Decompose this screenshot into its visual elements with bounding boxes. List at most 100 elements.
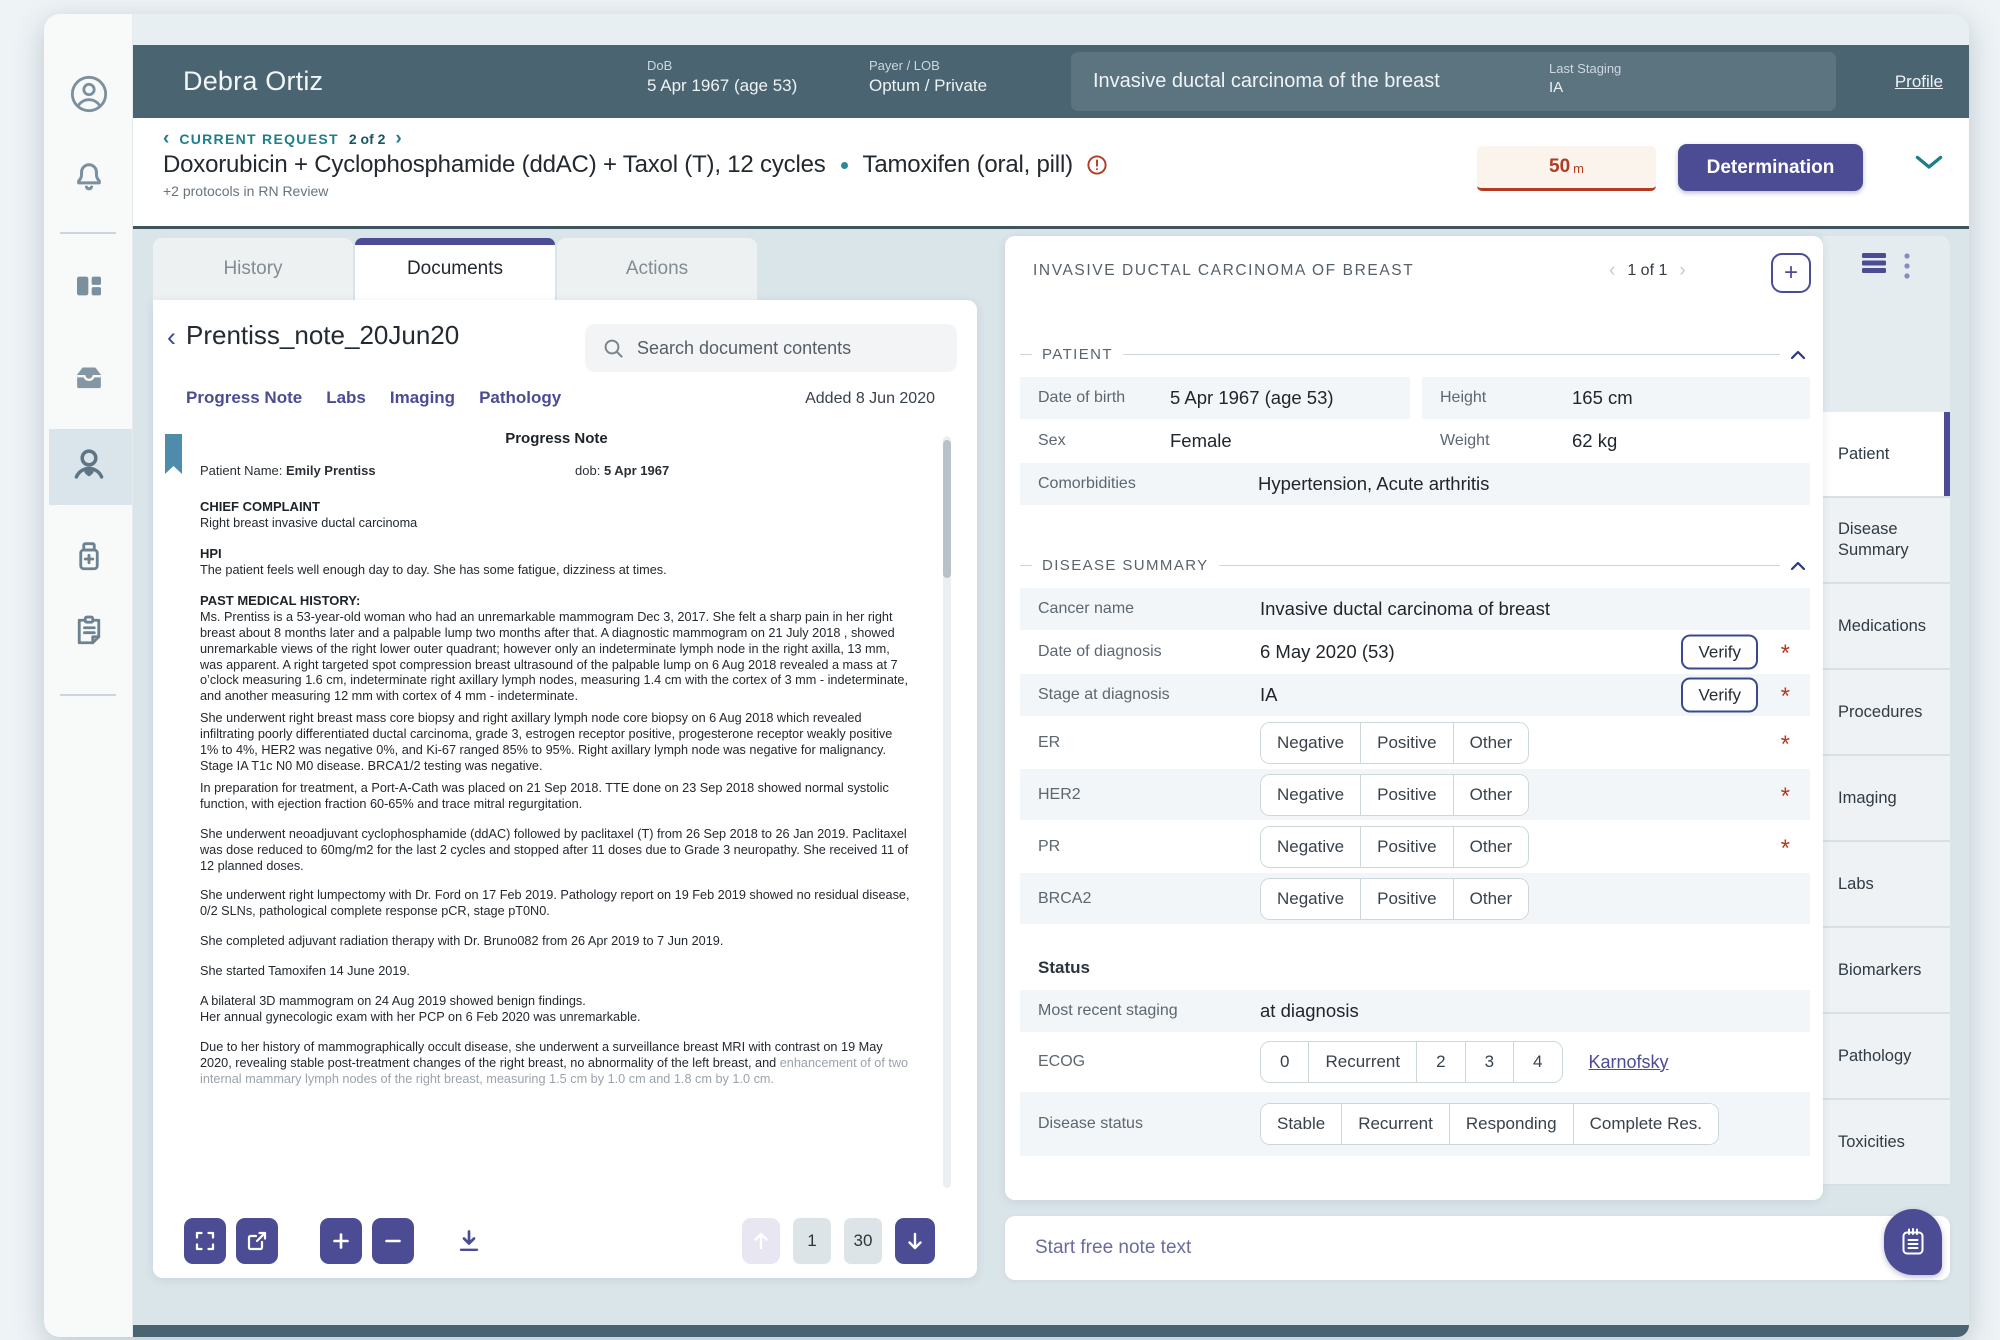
- zoom-in-button[interactable]: [320, 1218, 362, 1264]
- karnofsky-link[interactable]: Karnofsky: [1589, 1052, 1669, 1073]
- account-icon[interactable]: [44, 74, 133, 114]
- expand-chevron-icon[interactable]: [1915, 155, 1943, 170]
- side-tab-labs[interactable]: Labs: [1823, 842, 1950, 928]
- ecog-0[interactable]: 0: [1261, 1042, 1308, 1082]
- free-note-input[interactable]: [1035, 1237, 1735, 1259]
- verify-date-button[interactable]: Verify: [1681, 635, 1758, 670]
- disease-section-title: DISEASE SUMMARY: [1020, 557, 1810, 574]
- section-paragraph: She completed adjuvant radiation therapy…: [200, 934, 913, 950]
- section-label: DISEASE SUMMARY: [1042, 557, 1209, 574]
- download-button[interactable]: [452, 1218, 486, 1264]
- side-tab-label: Imaging: [1838, 788, 1897, 809]
- page-down-button[interactable]: [895, 1218, 935, 1264]
- dashboard-icon[interactable]: [44, 270, 133, 302]
- scrollbar-thumb[interactable]: [943, 440, 951, 578]
- medications-bottle-icon[interactable]: [44, 538, 133, 574]
- add-case-button[interactable]: +: [1771, 253, 1811, 293]
- case-title: INVASIVE DUCTAL CARCINOMA OF BREAST: [1033, 262, 1414, 280]
- option-positive[interactable]: Positive: [1360, 879, 1453, 919]
- tab-actions[interactable]: Actions: [557, 238, 757, 300]
- option-positive[interactable]: Positive: [1360, 827, 1453, 867]
- prev-request-chevron-icon[interactable]: ‹: [163, 129, 169, 148]
- side-tab-disease-summary[interactable]: Disease Summary: [1823, 498, 1950, 584]
- open-external-button[interactable]: [236, 1218, 278, 1264]
- ecog-3[interactable]: 3: [1465, 1042, 1513, 1082]
- payer-value: Optum / Private: [869, 76, 987, 96]
- status-recurrent[interactable]: Recurrent: [1341, 1104, 1449, 1144]
- disease-row: Cancer name Invasive ductal carcinoma of…: [1020, 588, 1810, 630]
- category-pathology[interactable]: Pathology: [479, 388, 561, 408]
- status-complete-res[interactable]: Complete Res.: [1573, 1104, 1718, 1144]
- field-label: PR: [1038, 838, 1260, 856]
- warning-icon[interactable]: [1086, 154, 1108, 176]
- menu-icon[interactable]: [1861, 252, 1887, 274]
- patient-icon[interactable]: [44, 444, 133, 486]
- ecog-4[interactable]: 4: [1513, 1042, 1561, 1082]
- option-negative[interactable]: Negative: [1261, 879, 1360, 919]
- option-other[interactable]: Other: [1453, 775, 1529, 815]
- note-button[interactable]: [1884, 1209, 1942, 1275]
- tab-history[interactable]: History: [153, 238, 353, 300]
- field-value: 6 May 2020 (53): [1260, 641, 1395, 663]
- timer-box: 50 m: [1477, 146, 1656, 191]
- free-note-bar[interactable]: [1005, 1216, 1950, 1280]
- required-marker: *: [1781, 732, 1790, 756]
- category-labs[interactable]: Labs: [326, 388, 366, 408]
- side-tab-medications[interactable]: Medications: [1823, 584, 1950, 670]
- side-tab-pathology[interactable]: Pathology: [1823, 1014, 1950, 1100]
- next-request-chevron-icon[interactable]: ›: [395, 129, 401, 148]
- option-negative[interactable]: Negative: [1261, 723, 1360, 763]
- section-paragraph: In preparation for treatment, a Port-A-C…: [200, 781, 913, 813]
- profile-link[interactable]: Profile: [1895, 45, 1943, 118]
- status-stable[interactable]: Stable: [1261, 1104, 1341, 1144]
- ecog-recurrent[interactable]: Recurrent: [1308, 1042, 1416, 1082]
- notifications-bell-icon[interactable]: [44, 156, 133, 194]
- ecog-2[interactable]: 2: [1416, 1042, 1464, 1082]
- page-up-button[interactable]: [742, 1218, 780, 1264]
- search-input[interactable]: [637, 338, 937, 359]
- side-tab-imaging[interactable]: Imaging: [1823, 756, 1950, 842]
- collapse-disease-chevron-icon[interactable]: [1790, 561, 1806, 571]
- option-positive[interactable]: Positive: [1360, 775, 1453, 815]
- case-prev-chevron-icon[interactable]: ‹: [1609, 261, 1615, 280]
- option-other[interactable]: Other: [1453, 827, 1529, 867]
- option-other[interactable]: Other: [1453, 723, 1529, 763]
- inbox-icon[interactable]: [44, 358, 133, 396]
- option-negative[interactable]: Negative: [1261, 775, 1360, 815]
- window-bottom-bar: [133, 1325, 1969, 1337]
- case-next-chevron-icon[interactable]: ›: [1679, 261, 1685, 280]
- zoom-out-button[interactable]: [372, 1218, 414, 1264]
- category-progress-note[interactable]: Progress Note: [186, 388, 302, 408]
- document-search[interactable]: [585, 324, 957, 372]
- field-value: Hypertension, Acute arthritis: [1258, 473, 1489, 495]
- side-tab-label: Disease Summary: [1838, 519, 1950, 561]
- total-pages: 30: [844, 1218, 882, 1264]
- notes-clipboard-icon[interactable]: [44, 612, 133, 648]
- document-scrollbar[interactable]: [943, 436, 951, 1188]
- dob-field: DoB 5 Apr 1967 (age 53): [647, 58, 797, 96]
- status-responding[interactable]: Responding: [1449, 1104, 1573, 1144]
- fullscreen-button[interactable]: [184, 1218, 226, 1264]
- kebab-icon[interactable]: [1902, 252, 1912, 280]
- side-tab-biomarkers[interactable]: Biomarkers: [1823, 928, 1950, 1014]
- page-navigation: 1 30: [742, 1218, 935, 1264]
- current-request-label: CURRENT REQUEST: [179, 131, 339, 147]
- option-negative[interactable]: Negative: [1261, 827, 1360, 867]
- side-tab-label: Medications: [1838, 616, 1926, 637]
- side-tab-procedures[interactable]: Procedures: [1823, 670, 1950, 756]
- collapse-patient-chevron-icon[interactable]: [1790, 350, 1806, 360]
- determination-button[interactable]: Determination: [1678, 144, 1863, 191]
- required-marker: *: [1781, 836, 1790, 860]
- side-tab-toxicities[interactable]: Toxicities: [1823, 1100, 1950, 1186]
- side-tab-patient[interactable]: Patient: [1823, 412, 1950, 498]
- patient-row: Date of birth 5 Apr 1967 (age 53): [1020, 377, 1410, 419]
- section-paragraph: Right breast invasive ductal carcinoma: [200, 516, 913, 532]
- category-imaging[interactable]: Imaging: [390, 388, 455, 408]
- option-positive[interactable]: Positive: [1360, 723, 1453, 763]
- verify-stage-button[interactable]: Verify: [1681, 678, 1758, 713]
- bookmark-icon[interactable]: [165, 434, 182, 474]
- option-other[interactable]: Other: [1453, 879, 1529, 919]
- back-chevron-icon[interactable]: ‹: [167, 324, 176, 351]
- tab-documents[interactable]: Documents: [355, 238, 555, 300]
- current-page[interactable]: 1: [793, 1218, 831, 1264]
